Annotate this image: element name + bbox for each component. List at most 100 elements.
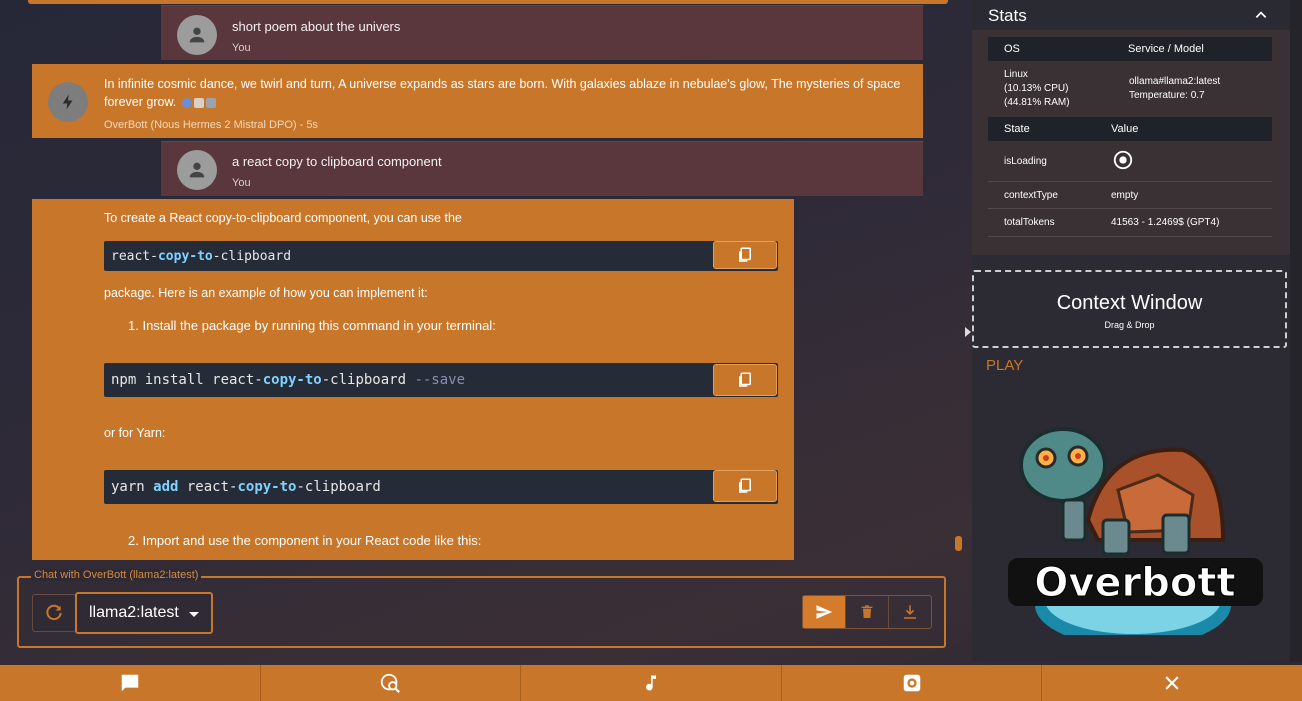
collapse-panel-icon[interactable] bbox=[965, 327, 971, 337]
service-cell: ollama#llama2:latest Temperature: 0.7 bbox=[1129, 75, 1220, 103]
chat-scrollbar[interactable] bbox=[955, 536, 962, 551]
previous-message-edge bbox=[28, 0, 948, 4]
trash-icon bbox=[861, 605, 873, 618]
context-window-dropzone[interactable]: Context Window Drag & Drop bbox=[972, 270, 1287, 348]
avatar bbox=[177, 150, 217, 190]
person-icon bbox=[189, 162, 205, 178]
service-model: ollama#llama2:latest bbox=[1129, 76, 1221, 87]
bottom-navigation bbox=[0, 665, 1302, 701]
code-token: react- bbox=[111, 249, 158, 264]
nav-search-web[interactable] bbox=[261, 665, 522, 701]
row-divider bbox=[988, 181, 1272, 182]
avatar bbox=[48, 82, 88, 122]
play-link[interactable]: PLAY bbox=[986, 357, 1023, 374]
code-token: -clipboard bbox=[212, 249, 292, 264]
copy-button[interactable] bbox=[713, 241, 777, 269]
chat-icon bbox=[121, 674, 139, 692]
message-author: You bbox=[232, 177, 251, 189]
row-divider bbox=[988, 236, 1272, 237]
code-token: add bbox=[153, 479, 179, 495]
send-icon bbox=[816, 605, 833, 619]
answer-paragraph: or for Yarn: bbox=[104, 426, 166, 440]
code-text: npm install react-copy-to-clipboard --sa… bbox=[111, 372, 465, 388]
code-block: yarn add react-copy-to-clipboard bbox=[104, 470, 778, 504]
delete-button[interactable] bbox=[846, 596, 889, 628]
state-key: totalTokens bbox=[1004, 217, 1055, 228]
code-token: copy-to bbox=[262, 372, 322, 388]
music-icon bbox=[645, 675, 656, 691]
message-text: a react copy to clipboard component bbox=[232, 154, 442, 169]
code-text: yarn add react-copy-to-clipboard bbox=[111, 479, 381, 495]
bot-message: In infinite cosmic dance, we twirl and t… bbox=[32, 64, 923, 138]
code-text: react-copy-to-clipboard bbox=[111, 249, 291, 264]
logo-text: Overbott bbox=[1034, 560, 1235, 606]
state-key: contextType bbox=[1004, 190, 1058, 201]
copy-button[interactable] bbox=[713, 470, 777, 502]
copy-icon bbox=[739, 372, 751, 387]
state-value: 41563 - 1.2469$ (GPT4) bbox=[1111, 217, 1220, 228]
column-header: OS bbox=[1004, 43, 1020, 55]
stats-header[interactable]: Stats bbox=[972, 0, 1290, 30]
table-header: State Value bbox=[988, 117, 1272, 141]
chat-input-panel: Chat with OverBott (llama2:latest) llama… bbox=[17, 569, 946, 648]
chat-area: short poem about the univers You In infi… bbox=[0, 0, 962, 662]
code-token: react- bbox=[178, 479, 238, 495]
row-divider bbox=[988, 208, 1272, 209]
answer-intro: To create a React copy-to-clipboard comp… bbox=[104, 211, 462, 225]
send-button[interactable] bbox=[803, 596, 846, 628]
download-icon bbox=[904, 605, 916, 619]
code-block: npm install react-copy-to-clipboard --sa… bbox=[104, 363, 778, 397]
stats-title: Stats bbox=[988, 6, 1027, 25]
table-header: OS Service / Model bbox=[988, 37, 1272, 61]
os-name: Linux bbox=[1004, 69, 1028, 80]
nav-settings[interactable] bbox=[782, 665, 1043, 701]
model-select-value: llama2:latest bbox=[89, 604, 179, 621]
code-token: yarn bbox=[111, 479, 154, 495]
chevron-down-icon bbox=[189, 612, 199, 617]
chat-actions bbox=[802, 595, 932, 629]
search-web-icon bbox=[381, 673, 401, 693]
user-message: a react copy to clipboard component You bbox=[161, 141, 923, 196]
copy-button[interactable] bbox=[713, 364, 777, 396]
code-token: -clipboard bbox=[321, 372, 415, 388]
answer-paragraph: package. Here is an example of how you c… bbox=[104, 286, 428, 300]
copy-icon bbox=[739, 478, 751, 493]
column-header: Value bbox=[1111, 123, 1139, 135]
radio-icon bbox=[1113, 150, 1133, 170]
right-panel: Stats OS Service / Model Linux (10.13% C… bbox=[972, 0, 1290, 662]
nav-close[interactable] bbox=[1042, 665, 1302, 701]
message-text: short poem about the univers bbox=[232, 19, 401, 34]
bolt-icon bbox=[62, 94, 73, 110]
user-message: short poem about the univers You bbox=[161, 5, 923, 60]
model-select[interactable]: llama2:latest bbox=[75, 592, 213, 634]
column-header: State bbox=[1004, 123, 1030, 135]
list-item: 1. Install the package by running this c… bbox=[128, 318, 496, 333]
right-scrollbar[interactable] bbox=[1290, 0, 1302, 662]
state-key: isLoading bbox=[1004, 156, 1047, 167]
message-body: In infinite cosmic dance, we twirl and t… bbox=[104, 77, 901, 109]
context-window-title: Context Window bbox=[1056, 292, 1203, 314]
code-token: npm install react- bbox=[111, 372, 263, 388]
download-button[interactable] bbox=[889, 596, 931, 628]
globe-emoji bbox=[181, 97, 192, 108]
refresh-button[interactable] bbox=[32, 594, 76, 632]
person-icon bbox=[189, 27, 205, 43]
temperature: Temperature: 0.7 bbox=[1129, 90, 1205, 101]
bot-message: To create a React copy-to-clipboard comp… bbox=[32, 199, 794, 560]
telescope-emoji bbox=[205, 97, 216, 108]
comet-emoji bbox=[193, 97, 204, 108]
nav-chat[interactable] bbox=[0, 665, 261, 701]
message-text: In infinite cosmic dance, we twirl and t… bbox=[104, 75, 910, 111]
chat-input-legend: Chat with OverBott (llama2:latest) bbox=[31, 569, 202, 581]
avatar bbox=[177, 15, 217, 55]
nav-music[interactable] bbox=[521, 665, 782, 701]
message-author: You bbox=[232, 42, 251, 54]
message-author: OverBott (Nous Hermes 2 Mistral DPO) - 5… bbox=[104, 119, 318, 131]
ram-usage: (44.81% RAM) bbox=[1004, 97, 1070, 108]
copy-icon bbox=[739, 247, 751, 262]
state-value: empty bbox=[1111, 190, 1139, 201]
code-token: copy-to bbox=[157, 249, 213, 264]
chevron-up-icon[interactable] bbox=[1254, 8, 1268, 22]
column-header: Service / Model bbox=[1128, 43, 1204, 55]
overbott-logo: Overbott bbox=[1008, 427, 1263, 635]
